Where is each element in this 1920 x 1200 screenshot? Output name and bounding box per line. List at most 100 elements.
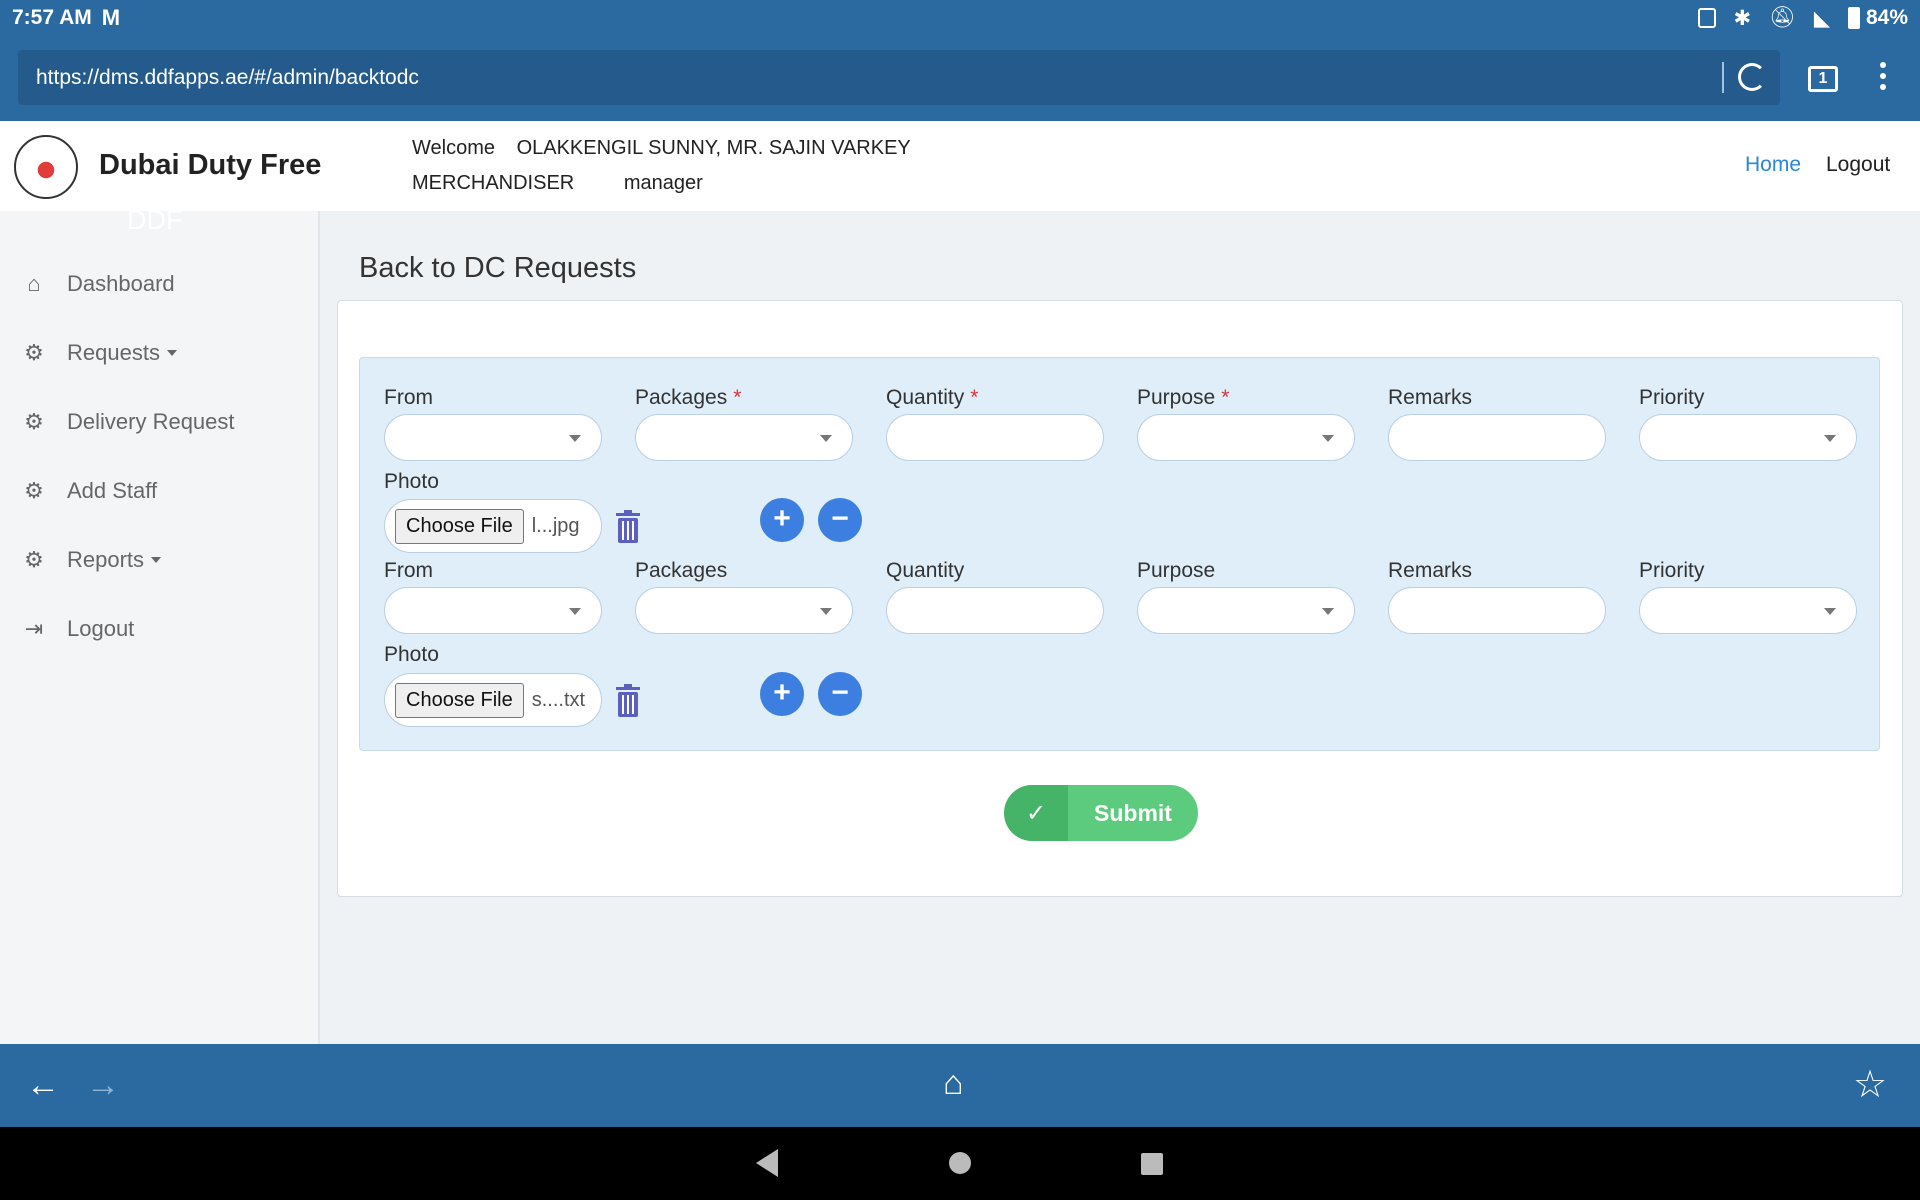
from-label: From [384, 386, 433, 409]
photo-label: Photo [384, 470, 439, 493]
add-row-button[interactable]: + [760, 498, 804, 542]
status-icons: ✱ 🔕︎ ◣ 84% [1697, 6, 1908, 31]
nav-logout-link[interactable]: Logout [1826, 153, 1890, 177]
user-role: MERCHANDISER [412, 172, 575, 194]
sidebar-item-logout[interactable]: ⇥ Logout [22, 616, 135, 642]
url-text[interactable]: https://dms.ddfapps.ae/#/admin/backtodc [36, 66, 419, 90]
packages-select[interactable] [635, 414, 853, 461]
priority-select[interactable] [1639, 587, 1857, 634]
gear-icon: ⚙ [24, 547, 44, 572]
sidebar-item-label: Delivery Request [67, 409, 235, 434]
check-icon: ✓ [1004, 785, 1068, 841]
chevron-down-icon [166, 350, 177, 356]
photo-file-input[interactable]: Choose File s....txt [384, 673, 602, 727]
welcome-label: Welcome [412, 137, 495, 159]
from-select[interactable] [384, 414, 602, 461]
sidebar-item-label: Add Staff [67, 478, 158, 503]
choose-file-button[interactable]: Choose File [395, 682, 524, 718]
browser-menu-icon[interactable] [1880, 62, 1886, 94]
tabs-switcher-icon[interactable]: 1 [1808, 66, 1838, 92]
status-time: 7:57 AM [12, 6, 92, 29]
mute-icon: 🔕︎ [1769, 6, 1796, 29]
battery-level: 84% [1865, 6, 1908, 29]
system-recents-icon[interactable] [1141, 1153, 1163, 1175]
ddf-ghost-text: DDF [127, 205, 183, 235]
reload-icon[interactable] [1738, 63, 1766, 91]
system-back-icon[interactable] [756, 1149, 778, 1177]
app-header: Dubai Duty Free Welcome OLAKKENGIL SUNNY… [0, 121, 1920, 211]
file-name: s....txt [531, 688, 586, 711]
priority-label: Priority [1639, 559, 1705, 582]
priority-select[interactable] [1639, 414, 1857, 461]
remarks-label: Remarks [1388, 386, 1473, 409]
sidebar-item-label: Reports [67, 547, 145, 572]
sidebar-item-requests[interactable]: ⚙ Requests [22, 340, 177, 366]
home-icon: ⌂ [27, 271, 41, 296]
photo-label: Photo [384, 643, 439, 666]
page-title: Back to DC Requests [359, 252, 637, 284]
sidebar-item-label: Dashboard [67, 271, 175, 296]
system-nav-bar [0, 1127, 1920, 1200]
back-arrow-icon[interactable]: ← [26, 1066, 60, 1105]
quantity-input[interactable] [886, 587, 1104, 634]
sidebar-item-label: Logout [67, 616, 135, 641]
brand-name: Dubai Duty Free [99, 149, 322, 181]
nfc-icon [1697, 8, 1716, 28]
remarks-input[interactable] [1388, 587, 1606, 634]
quantity-input[interactable] [886, 414, 1104, 461]
purpose-label: Purpose * [1137, 386, 1230, 409]
photo-file-input[interactable]: Choose File l...jpg [384, 499, 602, 553]
required-mark: * [970, 386, 979, 409]
bluetooth-icon: ✱ [1733, 6, 1752, 30]
trash-icon[interactable] [614, 684, 642, 718]
home-icon[interactable]: ⌂ [943, 1064, 964, 1103]
from-select[interactable] [384, 587, 602, 634]
required-mark: * [733, 386, 742, 409]
remove-row-button[interactable]: − [818, 498, 862, 542]
choose-file-button[interactable]: Choose File [395, 508, 524, 544]
url-bar[interactable]: https://dms.ddfapps.ae/#/admin/backtodc [18, 50, 1780, 105]
status-bar: 7:57 AM M ✱ 🔕︎ ◣ 84% [0, 0, 1920, 36]
battery-icon [1847, 7, 1860, 29]
bookmark-star-icon[interactable]: ☆ [1853, 1062, 1887, 1107]
chevron-down-icon [151, 557, 162, 563]
sidebar-item-dashboard[interactable]: ⌂ Dashboard [22, 271, 175, 297]
browser-bottom-bar: ← → ⌂ ☆ [0, 1044, 1920, 1127]
user-name: OLAKKENGIL SUNNY, MR. SAJIN VARKEY [516, 137, 911, 159]
from-label: From [384, 559, 433, 582]
nav-home-link[interactable]: Home [1745, 153, 1801, 177]
quantity-label: Quantity * [886, 386, 979, 409]
purpose-select[interactable] [1137, 587, 1355, 634]
url-divider [1722, 62, 1724, 93]
submit-label: Submit [1094, 799, 1172, 826]
priority-label: Priority [1639, 386, 1705, 409]
sidebar-item-add-staff[interactable]: ⚙ Add Staff [22, 478, 157, 504]
forward-arrow-icon[interactable]: → [86, 1066, 120, 1105]
system-home-icon[interactable] [949, 1152, 971, 1174]
remarks-input[interactable] [1388, 414, 1606, 461]
packages-select[interactable] [635, 587, 853, 634]
packages-label: Packages [635, 559, 728, 582]
purpose-select[interactable] [1137, 414, 1355, 461]
add-row-button[interactable]: + [760, 672, 804, 716]
sidebar-item-delivery-request[interactable]: ⚙ Delivery Request [22, 409, 235, 435]
gear-icon: ⚙ [24, 478, 44, 503]
browser-toolbar: https://dms.ddfapps.ae/#/admin/backtodc … [0, 36, 1920, 121]
remove-row-button[interactable]: − [818, 672, 862, 716]
packages-label: Packages * [635, 386, 742, 409]
gmail-icon: M [101, 5, 121, 30]
file-name: l...jpg [531, 514, 580, 537]
submit-button[interactable]: ✓ Submit [1004, 785, 1198, 841]
purpose-label: Purpose [1137, 559, 1216, 582]
tab-count: 1 [1818, 70, 1828, 87]
ddf-logo [14, 135, 78, 199]
wifi-icon: ◣ [1813, 6, 1830, 30]
trash-icon[interactable] [614, 510, 642, 544]
welcome-block: Welcome OLAKKENGIL SUNNY, MR. SAJIN VARK… [412, 131, 927, 201]
remarks-label: Remarks [1388, 559, 1473, 582]
required-mark: * [1221, 386, 1230, 409]
user-level: manager [623, 172, 703, 194]
gear-icon: ⚙ [24, 340, 44, 365]
quantity-label: Quantity [886, 559, 965, 582]
sidebar-item-reports[interactable]: ⚙ Reports [22, 547, 162, 573]
